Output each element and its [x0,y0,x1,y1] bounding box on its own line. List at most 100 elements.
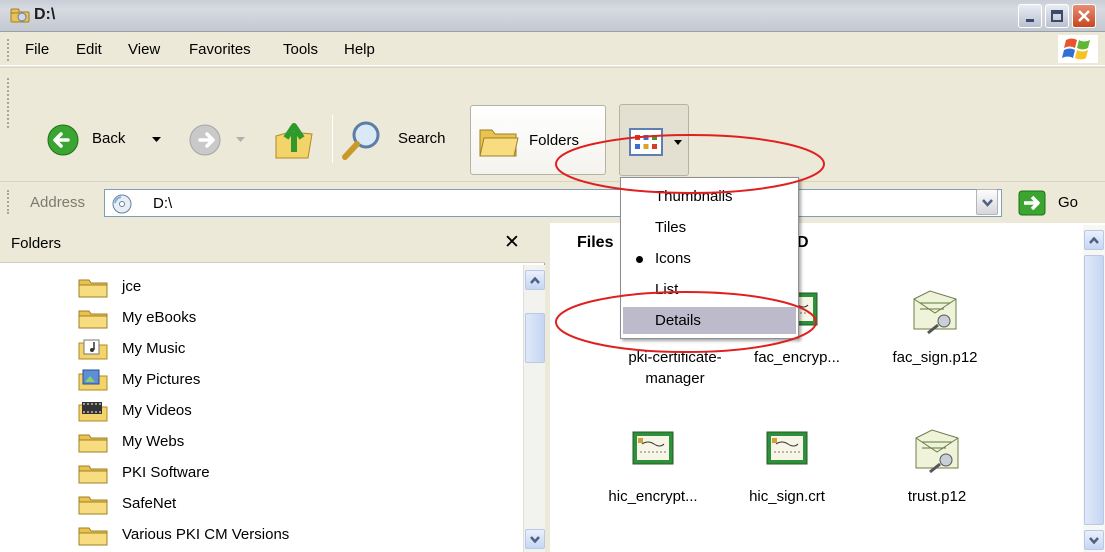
folders-pane-header: Folders ✕ [0,223,545,263]
folder-icon [78,465,108,484]
folder-tree-label: SafeNet [122,495,177,512]
go-arrow-icon [1018,190,1046,216]
forward-arrow-icon [189,124,221,156]
folder-icon [78,279,108,298]
toolbar-grip[interactable] [7,78,10,128]
views-menu-label: Thumbnails [655,188,733,205]
go-button[interactable]: Go [1018,188,1098,218]
windows-logo [1058,35,1098,63]
maximize-icon [1051,10,1063,22]
close-button[interactable] [1072,4,1096,28]
files-scrollbar[interactable] [1083,225,1105,552]
menu-help[interactable]: Help [344,41,375,58]
search-button[interactable]: Search [340,117,458,163]
scroll-down-button[interactable] [525,529,545,549]
toolbar-separator [332,115,333,163]
address-label: Address [30,194,86,211]
scroll-thumb[interactable] [1084,255,1104,525]
music-folder-icon [78,339,108,360]
menu-view[interactable]: View [128,41,160,58]
menu-edit[interactable]: Edit [76,41,102,58]
folders-scrollbar[interactable] [523,265,545,552]
folder-icon [78,310,108,329]
scroll-thumb[interactable] [525,313,545,363]
folders-pane: Folders ✕ jce My eBooks My Music My Picture… [0,223,545,552]
scroll-up-button[interactable] [1084,230,1104,250]
folder-tree-item[interactable]: My Music [78,337,502,363]
minimize-button[interactable] [1018,4,1042,28]
title-bar[interactable]: D:\ [0,0,1105,32]
folders-label: Folders [529,132,580,149]
folder-tree-item[interactable]: jce [78,275,502,301]
menu-file[interactable]: File [25,41,49,58]
file-name: trust.p12 [862,486,1012,507]
menu-bar: File Edit View Favorites Tools Help [0,33,1105,66]
file-name-line: trust.p12 [907,488,967,505]
videos-folder-icon [78,402,108,422]
folder-icon [78,527,108,546]
file-item[interactable]: trust.p12 [862,428,1012,528]
maximize-button[interactable] [1045,4,1069,28]
folder-tree-item[interactable]: My Pictures [78,368,502,394]
scroll-up-button[interactable] [525,270,545,290]
forward-button[interactable] [188,121,245,161]
file-item[interactable]: hic_encrypt... [578,428,728,528]
file-item[interactable]: hic_sign.crt [712,428,862,528]
folder-tree-item[interactable]: My Videos [78,399,502,425]
folder-tree-item[interactable]: PKI Software [78,461,502,487]
views-menu-label: Icons [655,250,691,267]
folder-up-icon [275,123,313,159]
close-icon [1078,10,1090,22]
close-pane-icon[interactable]: ✕ [504,231,520,254]
file-item[interactable]: fac_sign.p12 [860,289,1010,389]
pfx-key-icon [915,429,959,474]
views-dropdown-menu: Thumbnails Tiles Icons List Details [620,177,799,339]
chevron-down-icon [674,140,682,145]
chevron-down-icon [530,535,540,543]
file-name-line: fac_encryp... [754,349,840,366]
folder-tree-label: PKI Software [122,464,210,481]
views-menu-item-tiles[interactable]: Tiles [623,214,796,241]
folder-tree-label: My Videos [122,402,192,419]
menu-favorites[interactable]: Favorites [189,41,251,58]
chevron-up-icon [530,276,540,284]
folders-icon [479,129,519,157]
folder-tree-label: My Webs [122,433,185,450]
folder-tree-label: My Music [122,340,186,357]
folder-tree-item[interactable]: Various PKI CM Versions [78,523,502,549]
views-button[interactable] [619,104,689,176]
cd-drive-icon [112,194,132,214]
back-button[interactable]: Back [46,121,161,161]
search-icon [342,121,380,160]
address-input[interactable]: D:\ [104,189,1002,217]
windows-flag-icon [1062,38,1090,60]
views-menu-item-thumbnails[interactable]: Thumbnails [623,183,796,210]
file-name: hic_sign.crt [712,486,862,507]
drive-icon [10,8,30,23]
views-menu-item-list[interactable]: List [623,276,796,303]
views-menu-label: Tiles [655,219,687,236]
search-label: Search [398,130,446,147]
menu-grip[interactable] [7,39,10,61]
address-value: D:\ [153,195,173,212]
chevron-down-icon [152,137,161,142]
folders-button[interactable]: Folders [470,105,606,175]
address-dropdown-button[interactable] [976,189,998,215]
folder-tree-item[interactable]: SafeNet [78,492,502,518]
menu-tools[interactable]: Tools [283,41,318,58]
chevron-down-icon [1089,536,1099,544]
folder-tree-label: My Pictures [122,371,201,388]
pfx-key-icon [913,290,957,335]
views-menu-item-details[interactable]: Details [623,307,796,334]
scroll-down-button[interactable] [1084,530,1104,550]
folder-tree-item[interactable]: My eBooks [78,306,502,332]
views-menu-item-icons[interactable]: Icons [623,245,796,272]
file-name: fac_sign.p12 [860,347,1010,368]
folder-tree-item[interactable]: My Webs [78,430,502,456]
address-grip[interactable] [7,190,10,214]
up-folder-button[interactable] [272,116,316,162]
back-label: Back [92,130,126,147]
chevron-up-icon [1089,236,1099,244]
folder-tree-label: jce [122,278,142,295]
pictures-folder-icon [78,369,108,391]
